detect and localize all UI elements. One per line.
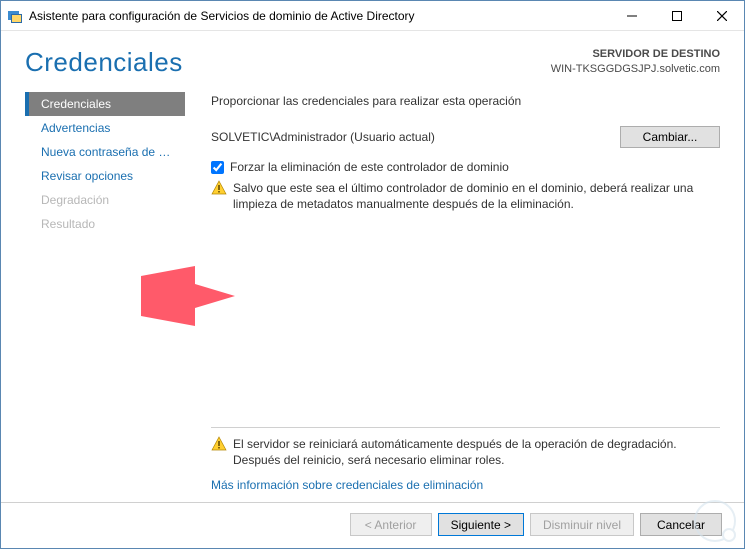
- sidebar-item-advertencias[interactable]: Advertencias: [25, 116, 185, 140]
- wizard-body: Credenciales Advertencias Nueva contrase…: [1, 88, 744, 502]
- target-server: SERVIDOR DE DESTINO WIN-TKSGGDGSJPJ.solv…: [551, 47, 720, 77]
- sidebar-item-credenciales[interactable]: Credenciales: [25, 92, 185, 116]
- separator: [211, 427, 720, 428]
- warning-icon: [211, 436, 227, 452]
- force-removal-warning-text: Salvo que este sea el último controlador…: [233, 180, 720, 212]
- next-button[interactable]: Siguiente >: [438, 513, 524, 536]
- target-server-value: WIN-TKSGGDGSJPJ.solvetic.com: [551, 62, 720, 77]
- window-controls: [609, 1, 744, 30]
- demote-button: Disminuir nivel: [530, 513, 634, 536]
- current-user: SOLVETIC\Administrador (Usuario actual): [211, 130, 435, 144]
- restart-note: El servidor se reiniciará automáticament…: [211, 436, 720, 478]
- cancel-button[interactable]: Cancelar: [640, 513, 722, 536]
- sidebar: Credenciales Advertencias Nueva contrase…: [25, 88, 185, 502]
- change-user-button[interactable]: Cambiar...: [620, 126, 720, 148]
- force-removal-label: Forzar la eliminación de este controlado…: [230, 160, 509, 174]
- restart-warning-text: El servidor se reiniciará automáticament…: [233, 436, 720, 468]
- sidebar-item-degradacion: Degradación: [25, 188, 185, 212]
- maximize-button[interactable]: [654, 1, 699, 30]
- window-title: Asistente para configuración de Servicio…: [29, 9, 415, 23]
- wizard-window: Asistente para configuración de Servicio…: [0, 0, 745, 549]
- close-button[interactable]: [699, 1, 744, 30]
- force-removal-row[interactable]: Forzar la eliminación de este controlado…: [211, 160, 720, 174]
- target-server-label: SERVIDOR DE DESTINO: [551, 47, 720, 62]
- sidebar-item-nueva-contrasena[interactable]: Nueva contraseña de ad...: [25, 140, 185, 164]
- sidebar-item-revisar-opciones[interactable]: Revisar opciones: [25, 164, 185, 188]
- titlebar: Asistente para configuración de Servicio…: [1, 1, 744, 31]
- warning-icon: [211, 180, 227, 196]
- app-icon: [7, 8, 23, 24]
- force-removal-warning: Salvo que este sea el último controlador…: [211, 180, 720, 212]
- current-user-row: SOLVETIC\Administrador (Usuario actual) …: [211, 126, 720, 148]
- main-content: Proporcionar las credenciales para reali…: [185, 88, 720, 502]
- force-removal-checkbox[interactable]: [211, 161, 224, 174]
- wizard-header: Credenciales SERVIDOR DE DESTINO WIN-TKS…: [1, 31, 744, 88]
- sidebar-item-resultado: Resultado: [25, 212, 185, 236]
- previous-button: < Anterior: [350, 513, 432, 536]
- more-info-link[interactable]: Más información sobre credenciales de el…: [211, 478, 720, 492]
- wizard-footer: < Anterior Siguiente > Disminuir nivel C…: [1, 502, 744, 548]
- instruction-text: Proporcionar las credenciales para reali…: [211, 94, 720, 108]
- page-title: Credenciales: [25, 47, 183, 78]
- minimize-button[interactable]: [609, 1, 654, 30]
